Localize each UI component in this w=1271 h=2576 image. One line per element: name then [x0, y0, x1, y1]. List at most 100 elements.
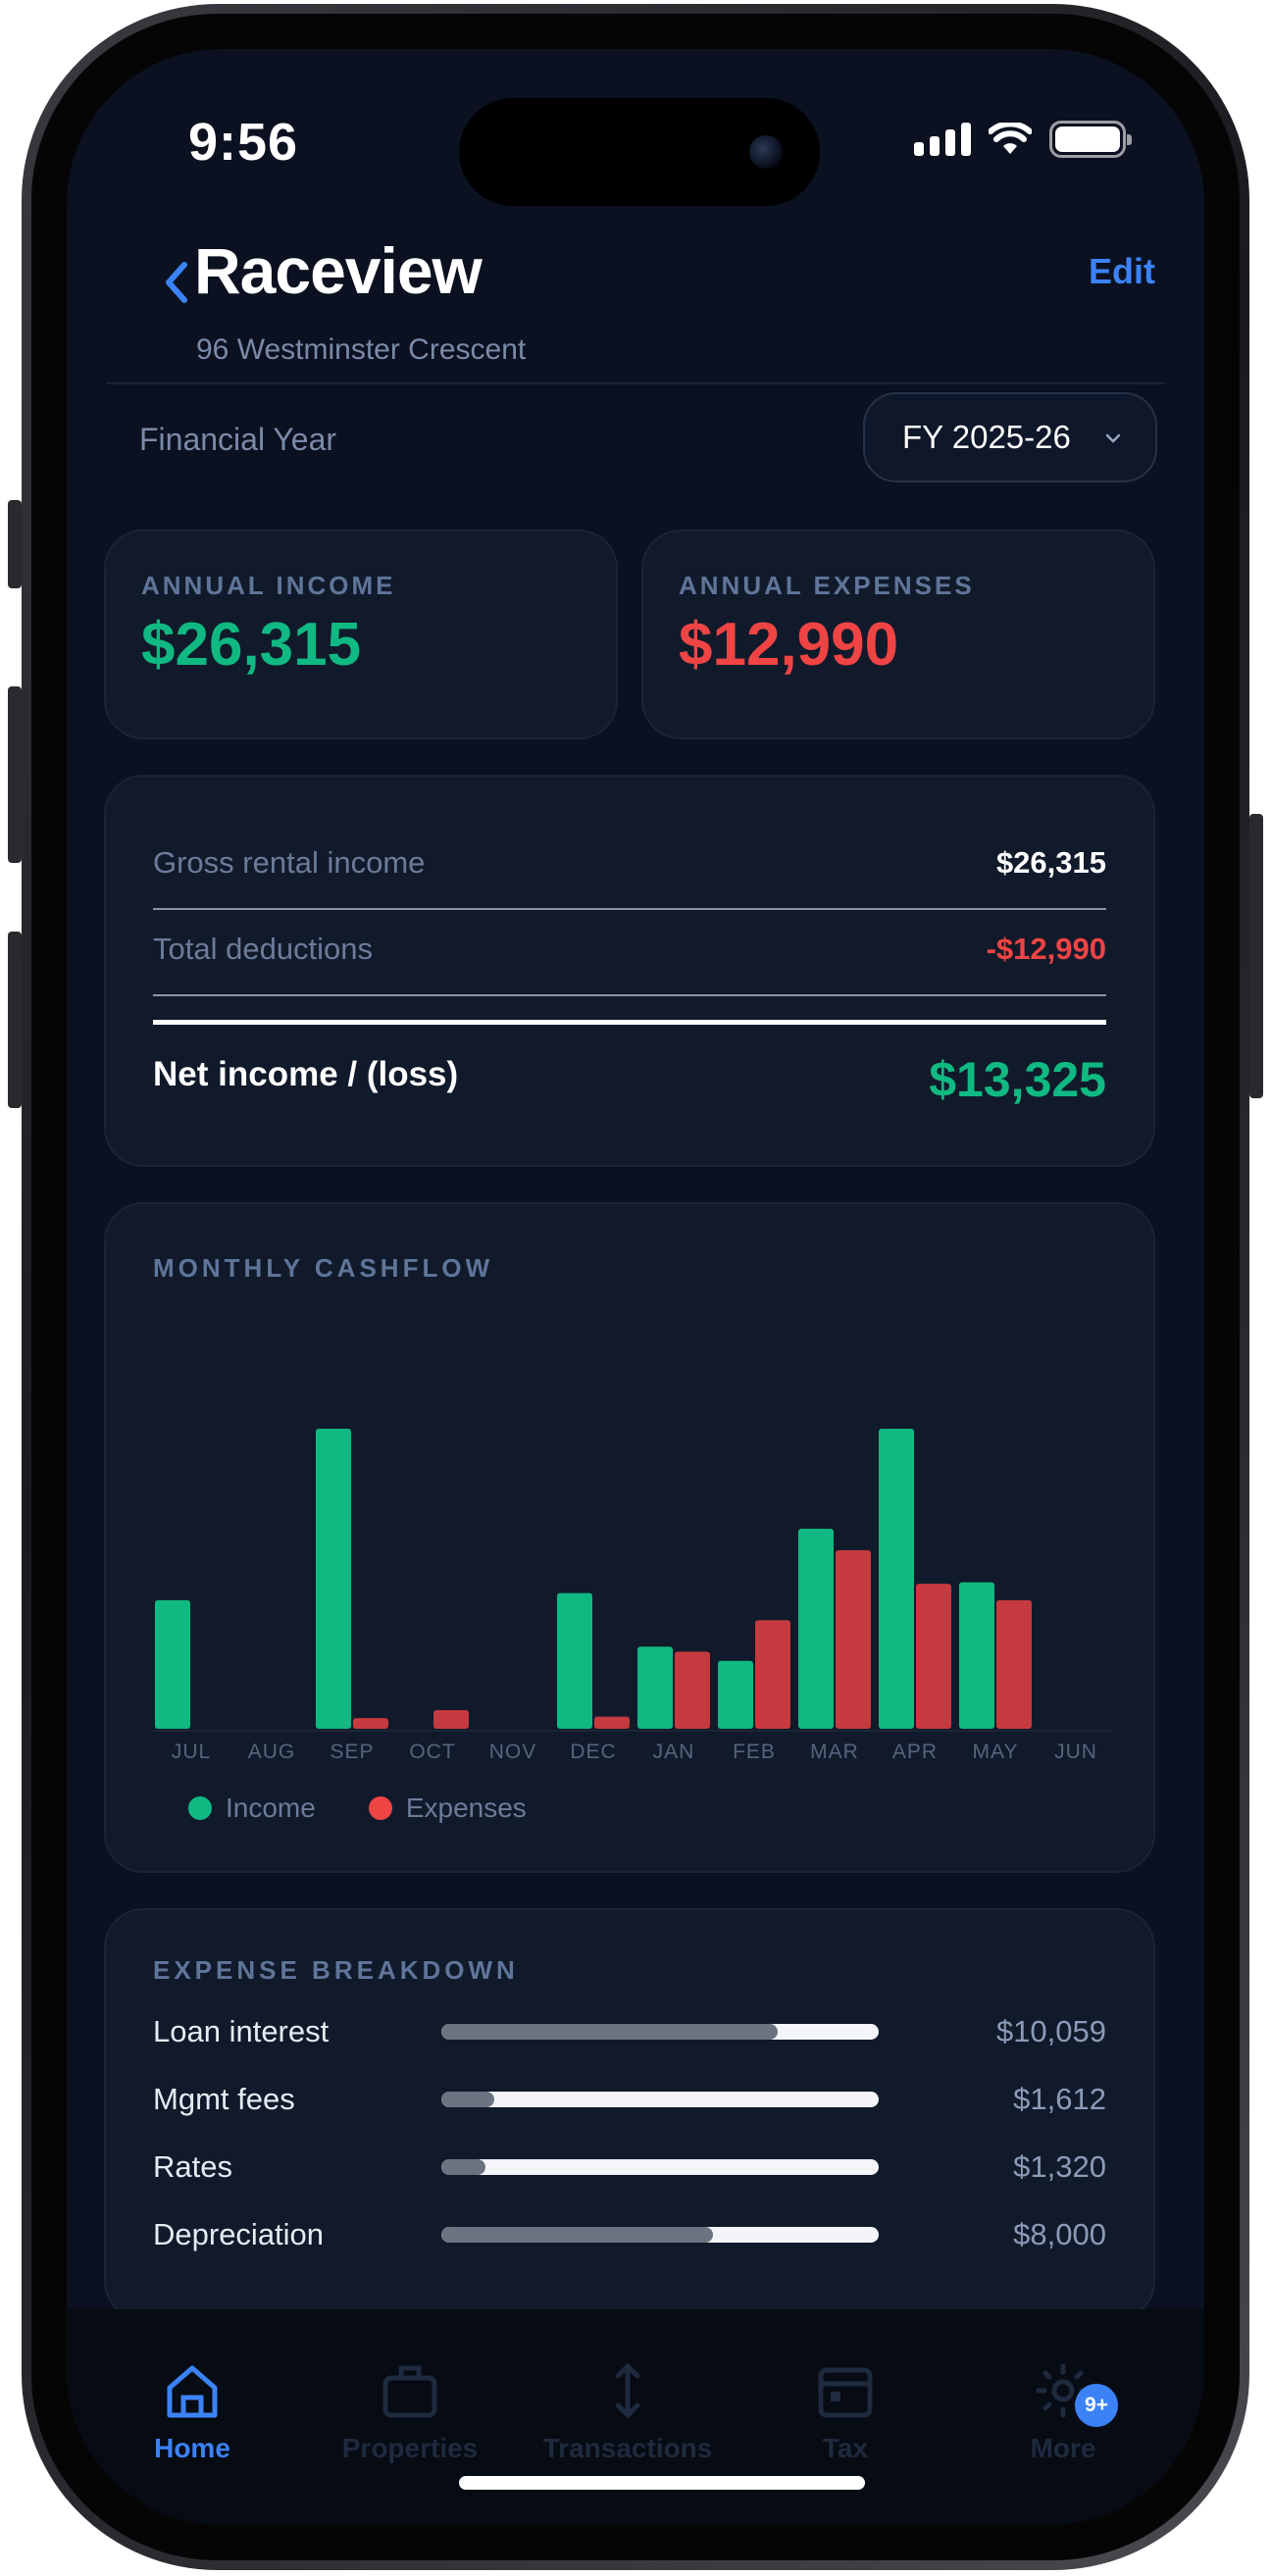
financial-year-label: Financial Year: [139, 422, 337, 457]
expense-bar-track: [441, 2227, 879, 2243]
income-bar: [959, 1582, 994, 1729]
expense-amount: $1,612: [1013, 2082, 1106, 2116]
power-button: [1249, 814, 1263, 1098]
x-tick-label: APR: [892, 1741, 938, 1763]
tab-label: Tax: [822, 2433, 869, 2463]
gross-income-label: Gross rental income: [153, 845, 426, 880]
chevron-down-icon: [1105, 433, 1121, 443]
expense-amount: $8,000: [1013, 2217, 1106, 2251]
status-icons: [914, 120, 1132, 159]
x-tick-label: JUL: [172, 1741, 211, 1763]
expense-breakdown-title: EXPENSE BREAKDOWN: [153, 1955, 519, 1985]
expense-bar-track: [441, 2159, 879, 2175]
net-income-value: $13,325: [929, 1052, 1106, 1107]
expense-bar: [916, 1584, 951, 1729]
tab-label: Transactions: [542, 2433, 713, 2463]
expense-bar: [594, 1716, 630, 1729]
row-divider: [153, 908, 1106, 910]
total-divider: [153, 1020, 1106, 1025]
financial-year-select[interactable]: FY 2025-26: [863, 392, 1157, 482]
annual-income-card: ANNUAL INCOME $26,315: [104, 530, 618, 739]
x-tick-label: MAY: [973, 1741, 1019, 1763]
expense-name: Depreciation: [153, 2217, 325, 2251]
volume-up-button: [8, 686, 22, 863]
tab-bar: Home Properties Transactions Tax More 9+: [67, 2309, 1204, 2525]
x-tick-label: DEC: [570, 1741, 616, 1763]
back-chevron-icon[interactable]: [155, 253, 198, 312]
expense-bar-track: [441, 2024, 879, 2040]
income-bar: [557, 1592, 592, 1729]
expense-bar: [433, 1710, 469, 1729]
status-time: 9:56: [188, 113, 299, 172]
cellular-signal-icon: [914, 123, 971, 156]
expense-bar-fill: [441, 2092, 494, 2107]
tab-tax[interactable]: Tax: [757, 2356, 934, 2464]
annual-income-value: $26,315: [141, 611, 362, 679]
expense-amount: $1,320: [1013, 2149, 1106, 2184]
expense-name: Mgmt fees: [153, 2082, 295, 2116]
expense-breakdown-card: EXPENSE BREAKDOWN Loan interest $10,059 Mg…: [104, 1908, 1155, 2320]
row-divider: [153, 994, 1106, 996]
expense-row: Depreciation $8,000: [153, 2211, 1106, 2260]
expense-bar-track: [441, 2092, 879, 2107]
notification-badge: 9+: [1075, 2384, 1118, 2427]
cashflow-chart: JUL AUG SEP OCT NOV DEC JAN FEB MAR APR MAY JUN: [151, 1429, 1112, 1763]
annual-income-label: ANNUAL INCOME: [141, 571, 396, 600]
arrows-updown-icon: [539, 2356, 716, 2425]
expense-bar: [755, 1620, 790, 1729]
financial-year-value: FY 2025-26: [902, 419, 1071, 455]
income-bar: [718, 1660, 753, 1729]
gear-icon: [975, 2356, 1151, 2425]
x-tick-label: NOV: [489, 1741, 537, 1763]
tab-home[interactable]: Home: [104, 2356, 280, 2464]
deductions-value: -$12,990: [986, 932, 1106, 966]
x-tick-label: JAN: [653, 1741, 695, 1763]
x-tick-label: SEP: [330, 1741, 374, 1763]
expense-bar: [353, 1718, 388, 1729]
property-address: 96 Westminster Crescent: [196, 333, 527, 366]
phone-bezel: 9:56 Raceview 96 Westminster Crescent Ed…: [31, 14, 1240, 2560]
expense-row: Loan interest $10,059: [153, 2008, 1106, 2057]
legend-expenses-dot: [368, 1796, 392, 1820]
annual-expenses-label: ANNUAL EXPENSES: [679, 571, 975, 600]
expense-bar: [675, 1651, 710, 1729]
income-bar: [637, 1646, 673, 1729]
expense-bar-fill: [441, 2024, 779, 2040]
annual-expenses-card: ANNUAL EXPENSES $12,990: [641, 530, 1155, 739]
expense-amount: $10,059: [995, 2014, 1106, 2048]
expense-row: Rates $1,320: [153, 2144, 1106, 2193]
income-bar: [798, 1529, 834, 1729]
deductions-label: Total deductions: [153, 932, 374, 966]
x-tick-label: FEB: [733, 1741, 776, 1763]
net-income-label: Net income / (loss): [153, 1055, 459, 1093]
home-indicator: [459, 2476, 865, 2490]
chart-legend: Income Expenses: [188, 1793, 527, 1824]
expense-row: Mgmt fees $1,612: [153, 2076, 1106, 2125]
camera-icon: [749, 135, 783, 169]
expense-bar: [836, 1549, 871, 1729]
legend-income-label: Income: [226, 1793, 316, 1823]
tab-transactions[interactable]: Transactions: [539, 2356, 716, 2464]
action-button: [8, 500, 22, 588]
income-bar: [155, 1599, 190, 1729]
tab-label: More: [1030, 2433, 1096, 2463]
tab-more[interactable]: More 9+: [975, 2356, 1151, 2464]
x-tick-label: MAR: [810, 1741, 859, 1763]
home-icon: [104, 2356, 280, 2425]
tab-properties[interactable]: Properties: [322, 2356, 498, 2464]
income-bar: [316, 1429, 351, 1729]
tab-label: Home: [154, 2433, 230, 2463]
gross-income-value: $26,315: [995, 845, 1106, 880]
annual-expenses-value: $12,990: [679, 611, 899, 679]
header-divider: [106, 382, 1165, 384]
wifi-icon: [989, 123, 1032, 154]
legend-income-dot: [188, 1796, 212, 1820]
expense-name: Rates: [153, 2149, 232, 2184]
expense-bar-fill: [441, 2227, 713, 2243]
x-tick-label: JUN: [1054, 1741, 1097, 1763]
expense-bar-fill: [441, 2159, 485, 2175]
edit-button[interactable]: Edit: [1089, 251, 1155, 292]
dynamic-island: [459, 98, 820, 206]
volume-down-button: [8, 932, 22, 1108]
briefcase-icon: [322, 2356, 498, 2425]
